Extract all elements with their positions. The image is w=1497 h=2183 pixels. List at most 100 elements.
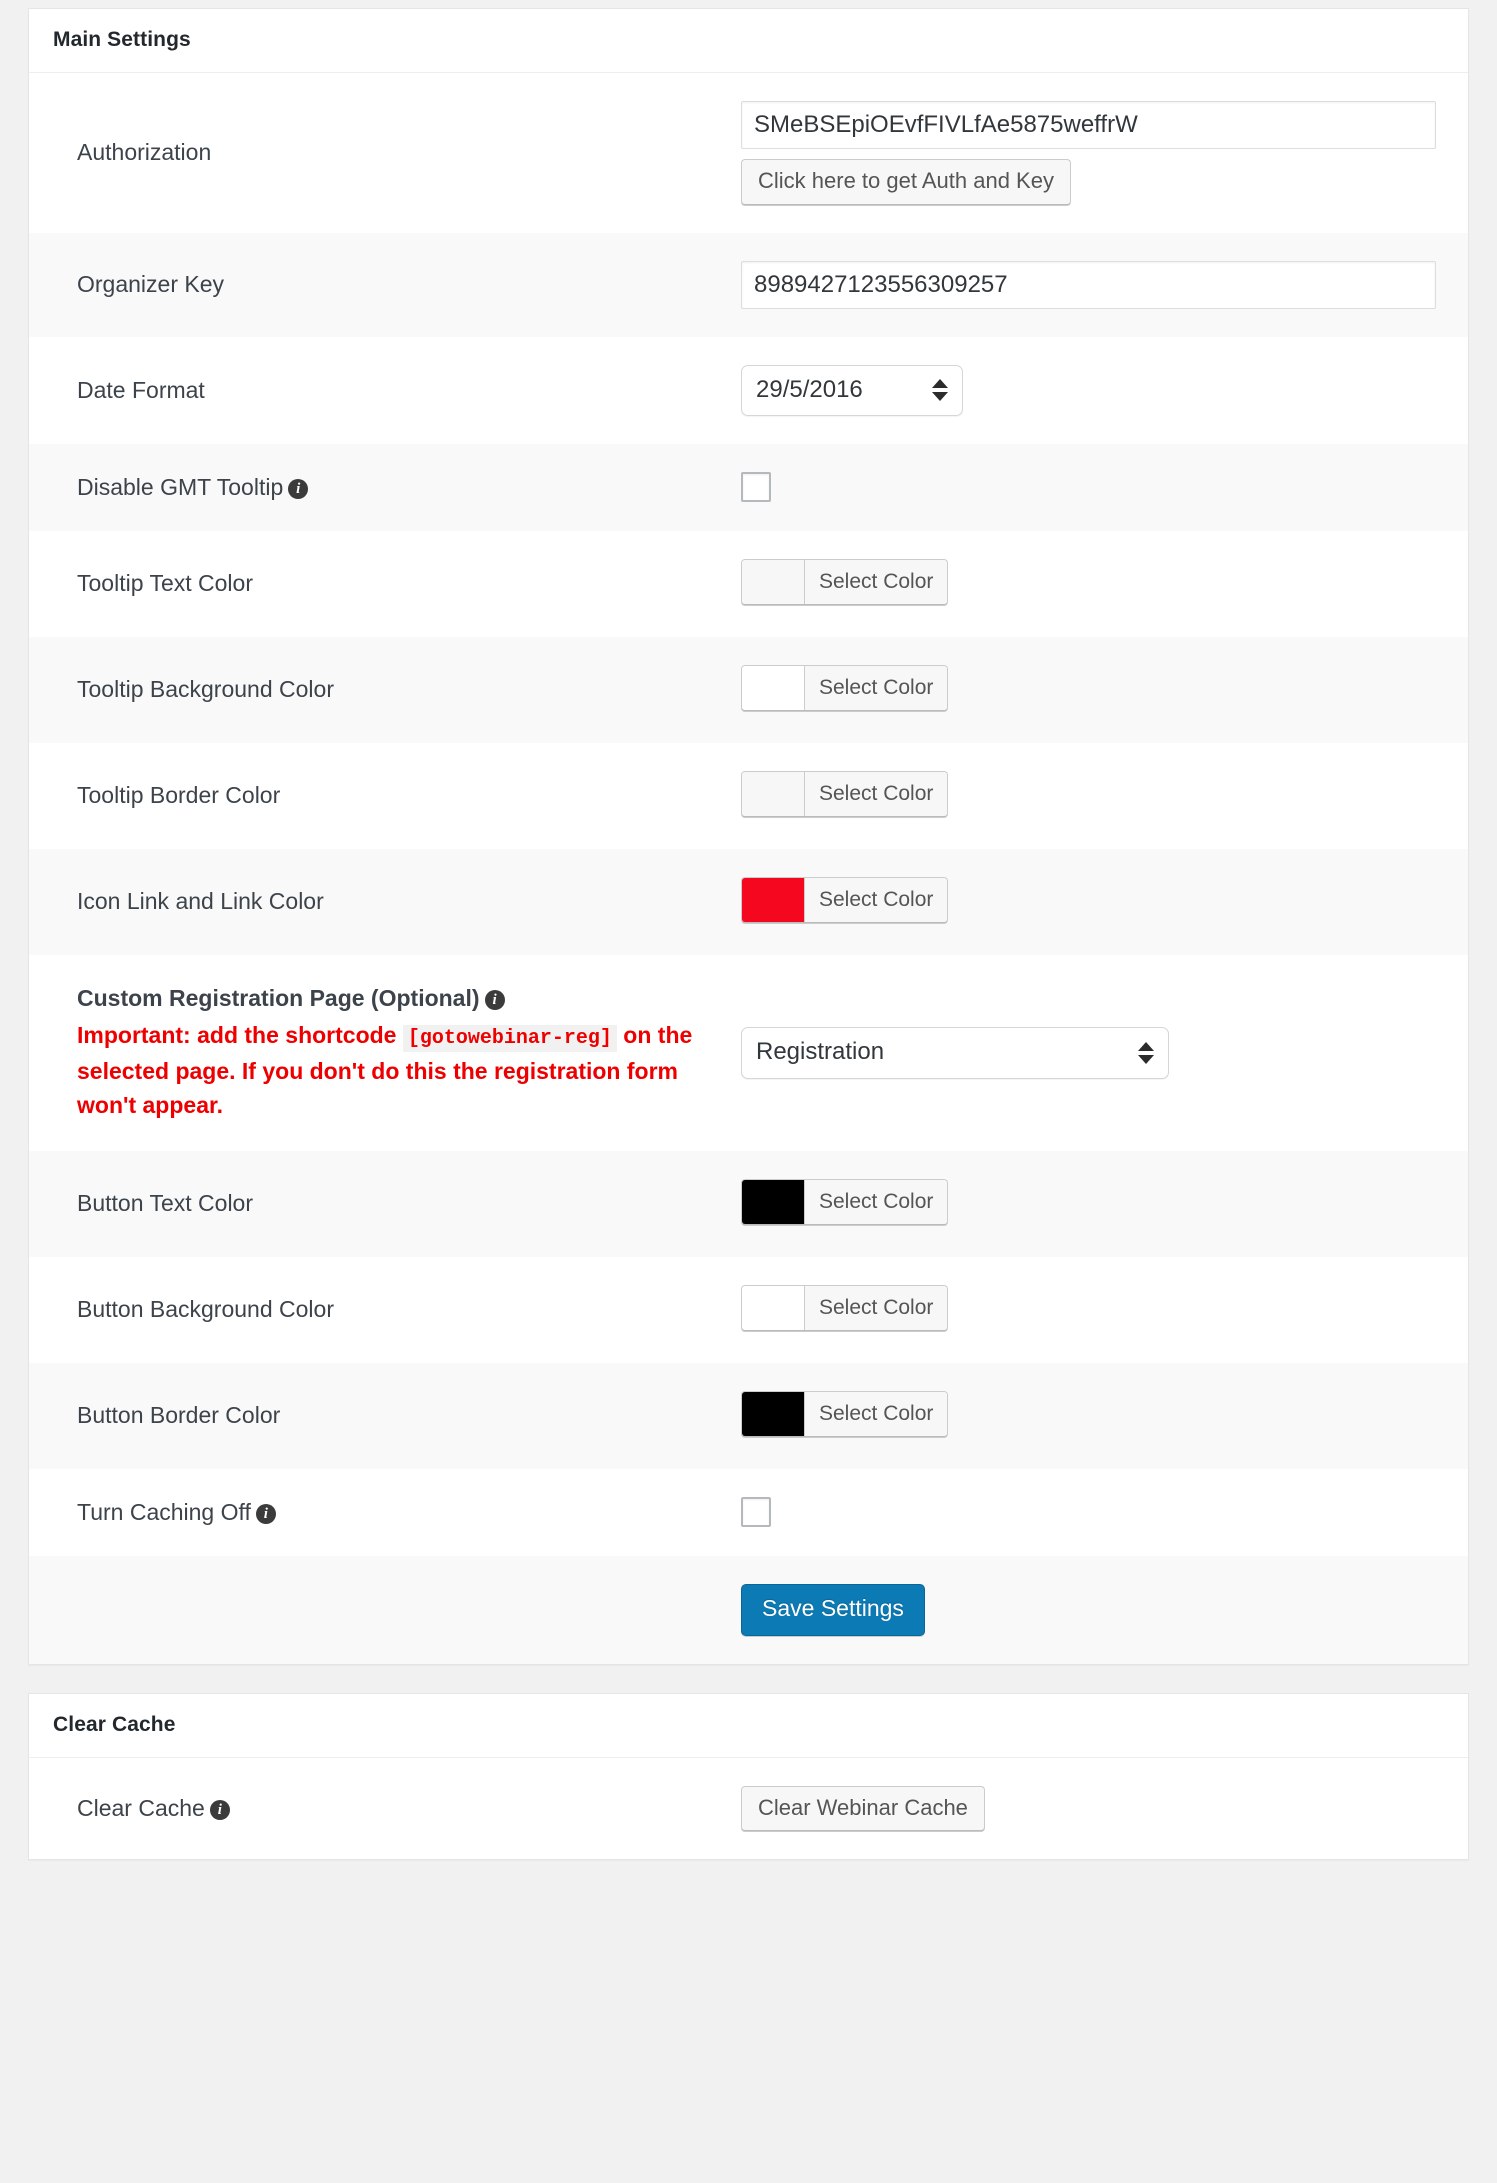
authorization-label: Authorization — [77, 139, 212, 166]
row-button-border-color-field-cell: Select Color — [719, 1362, 1468, 1469]
registration-page-select-wrap: Registration — [741, 1027, 1169, 1079]
row-clear-cache: Clear Cache i Clear Webinar Cache — [29, 1758, 1468, 1860]
row-tooltip-border-color-field-cell: Select Color — [719, 743, 1468, 849]
row-custom-registration-page-label-cell: Custom Registration Page (Optional) i Imp… — [29, 955, 719, 1151]
select-color-label: Select Color — [805, 1179, 948, 1224]
custom-registration-warning: Important: add the shortcode [gotowebina… — [77, 1018, 697, 1123]
button-border-color-picker[interactable]: Select Color — [741, 1390, 949, 1437]
turn-caching-off-checkbox[interactable] — [741, 1497, 771, 1528]
row-tooltip-text-color: Tooltip Text Color Select Color — [29, 531, 1468, 637]
row-button-text-color-field-cell: Select Color — [719, 1150, 1468, 1257]
tooltip-background-color-picker[interactable]: Select Color — [741, 664, 949, 711]
select-color-label: Select Color — [805, 771, 948, 816]
main-settings-panel: Main Settings Authorization Click here t… — [28, 8, 1469, 1665]
color-swatch — [742, 771, 805, 816]
row-tooltip-background-color-label-cell: Tooltip Background Color — [29, 636, 719, 743]
row-icon-link-color: Icon Link and Link Color Select Color — [29, 848, 1468, 955]
tooltip-background-color-label: Tooltip Background Color — [77, 676, 334, 703]
row-save-settings-spacer — [29, 1556, 719, 1664]
button-background-color-picker[interactable]: Select Color — [741, 1284, 949, 1331]
organizer-key-label: Organizer Key — [77, 271, 225, 298]
icon-link-color-picker[interactable]: Select Color — [741, 876, 949, 923]
select-color-label: Select Color — [805, 665, 948, 710]
registration-page-select[interactable]: Registration — [741, 1027, 1169, 1079]
info-icon[interactable]: i — [288, 478, 309, 499]
row-organizer-key-field-cell — [719, 232, 1468, 337]
authorization-input[interactable] — [741, 101, 1436, 150]
row-tooltip-background-color: Tooltip Background Color Select Color — [29, 636, 1468, 743]
main-settings-title: Main Settings — [53, 28, 191, 51]
color-swatch — [742, 559, 805, 604]
color-swatch — [742, 1179, 805, 1224]
main-settings-table: Authorization Click here to get Auth and… — [29, 73, 1468, 1664]
button-background-color-label: Button Background Color — [77, 1296, 334, 1323]
row-date-format-field-cell: 29/5/2016 — [719, 337, 1468, 444]
row-turn-caching-off: Turn Caching Off i — [29, 1469, 1468, 1556]
row-tooltip-text-color-field-cell: Select Color — [719, 531, 1468, 637]
row-tooltip-background-color-field-cell: Select Color — [719, 636, 1468, 743]
row-button-text-color-label-cell: Button Text Color — [29, 1150, 719, 1257]
select-color-label: Select Color — [805, 1285, 948, 1330]
date-format-select[interactable]: 29/5/2016 — [741, 364, 963, 416]
tooltip-border-color-picker[interactable]: Select Color — [741, 770, 949, 817]
row-save-settings: Save Settings — [29, 1556, 1468, 1664]
row-clear-cache-field-cell: Clear Webinar Cache — [719, 1758, 1468, 1860]
row-clear-cache-label-cell: Clear Cache i — [29, 1758, 719, 1860]
info-icon[interactable]: i — [484, 989, 505, 1010]
button-text-color-label: Button Text Color — [77, 1190, 254, 1217]
row-turn-caching-off-field-cell — [719, 1469, 1468, 1556]
date-format-label: Date Format — [77, 376, 205, 403]
row-disable-gmt-tooltip-label-cell: Disable GMT Tooltip i — [29, 443, 719, 531]
clear-cache-title: Clear Cache — [53, 1712, 176, 1736]
row-tooltip-text-color-label-cell: Tooltip Text Color — [29, 531, 719, 637]
row-date-format-label-cell: Date Format — [29, 337, 719, 444]
clear-webinar-cache-button[interactable]: Clear Webinar Cache — [741, 1785, 985, 1832]
shortcode-snippet: [gotowebinar-reg] — [402, 1024, 617, 1052]
row-organizer-key: Organizer Key — [29, 232, 1468, 337]
main-settings-body: Authorization Click here to get Auth and… — [29, 73, 1468, 1664]
organizer-key-input[interactable] — [741, 260, 1436, 309]
warning-strong: Important: — [77, 1021, 191, 1048]
row-button-border-color: Button Border Color Select Color — [29, 1362, 1468, 1469]
tooltip-border-color-label: Tooltip Border Color — [77, 782, 281, 809]
tooltip-text-color-picker[interactable]: Select Color — [741, 558, 949, 605]
color-swatch — [742, 1285, 805, 1330]
main-settings-header: Main Settings — [29, 9, 1468, 74]
clear-cache-header: Clear Cache — [29, 1694, 1468, 1758]
custom-registration-page-label-wrap: Custom Registration Page (Optional) i — [77, 983, 709, 1014]
select-color-label: Select Color — [805, 1391, 948, 1436]
row-icon-link-color-field-cell: Select Color — [719, 848, 1468, 955]
row-organizer-key-label-cell: Organizer Key — [29, 232, 719, 337]
row-turn-caching-off-label-cell: Turn Caching Off i — [29, 1469, 719, 1556]
color-swatch — [742, 665, 805, 710]
color-swatch — [742, 877, 805, 922]
row-custom-registration-page-field-cell: Registration — [719, 955, 1468, 1151]
info-icon[interactable]: i — [209, 1800, 230, 1821]
row-button-background-color: Button Background Color Select Color — [29, 1257, 1468, 1363]
save-settings-button[interactable]: Save Settings — [741, 1584, 925, 1636]
row-date-format: Date Format 29/5/2016 — [29, 337, 1468, 444]
row-authorization: Authorization Click here to get Auth and… — [29, 73, 1468, 233]
select-color-label: Select Color — [805, 877, 948, 922]
row-button-background-color-label-cell: Button Background Color — [29, 1257, 719, 1363]
custom-registration-page-label: Custom Registration Page (Optional) — [77, 984, 480, 1011]
row-authorization-field-cell: Click here to get Auth and Key — [719, 73, 1468, 233]
row-icon-link-color-label-cell: Icon Link and Link Color — [29, 848, 719, 955]
row-save-settings-cell: Save Settings — [719, 1556, 1468, 1664]
disable-gmt-tooltip-checkbox[interactable] — [741, 472, 771, 503]
get-auth-and-key-button[interactable]: Click here to get Auth and Key — [741, 159, 1071, 205]
row-tooltip-border-color: Tooltip Border Color Select Color — [29, 743, 1468, 849]
clear-cache-body: Clear Cache i Clear Webinar Cache — [29, 1758, 1468, 1860]
button-border-color-label: Button Border Color — [77, 1402, 281, 1429]
row-disable-gmt-tooltip: Disable GMT Tooltip i — [29, 443, 1468, 531]
color-swatch — [742, 1391, 805, 1436]
clear-cache-label: Clear Cache — [77, 1795, 205, 1822]
icon-link-color-label: Icon Link and Link Color — [77, 888, 324, 915]
button-text-color-picker[interactable]: Select Color — [741, 1178, 949, 1225]
row-tooltip-border-color-label-cell: Tooltip Border Color — [29, 743, 719, 849]
turn-caching-off-label: Turn Caching Off — [77, 1498, 251, 1525]
warning-part-1: add the shortcode — [190, 1021, 403, 1048]
row-disable-gmt-tooltip-field-cell — [719, 443, 1468, 531]
info-icon[interactable]: i — [255, 1503, 276, 1524]
row-button-text-color: Button Text Color Select Color — [29, 1150, 1468, 1257]
